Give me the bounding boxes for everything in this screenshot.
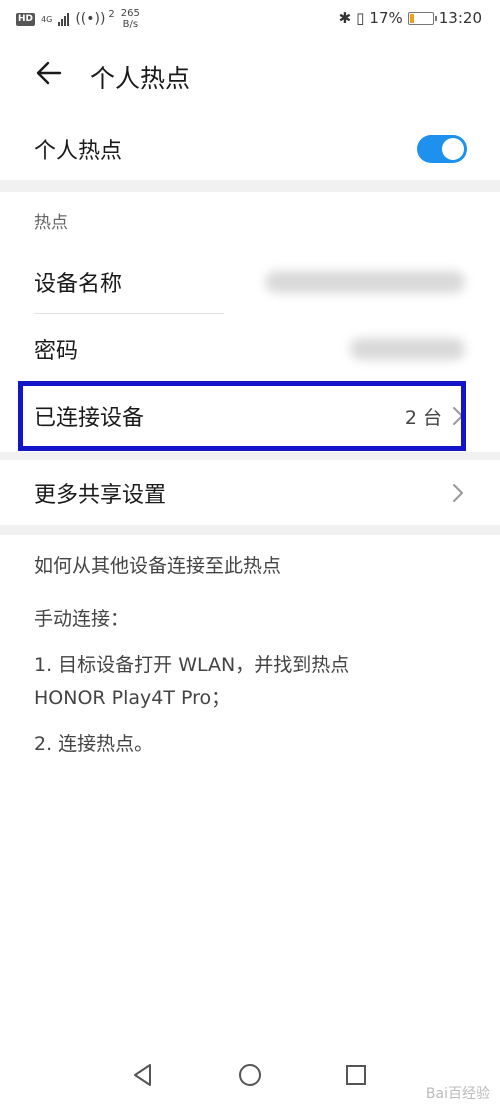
password-value-blurred (350, 338, 465, 360)
step-1-line-2: HONOR Play4T Pro； (34, 687, 231, 709)
speed-value: 265 (120, 8, 140, 19)
watermark: Bai百经验 (425, 1086, 490, 1102)
network-type: 4G (41, 14, 53, 24)
highlight-frame (18, 381, 466, 451)
page-title: 个人热点 (90, 64, 191, 93)
bluetooth-icon: ✱ (338, 9, 352, 27)
nav-home-icon[interactable] (233, 1058, 267, 1092)
status-bar: HD 4G ((•)) 2 265 B/s ✱ ▯ 17% 13:20 (0, 0, 500, 38)
password-label: 密码 (34, 339, 79, 364)
nav-back-icon[interactable] (126, 1058, 160, 1092)
battery-fill (409, 13, 414, 23)
step-1-line-1: 1. 目标设备打开 WLAN，并找到热点 (34, 654, 350, 676)
section-divider (0, 525, 500, 535)
device-name-row[interactable]: 设备名称 (0, 250, 500, 314)
hotspot-section-heading: 热点 (34, 213, 68, 233)
chevron-right-icon (453, 484, 463, 502)
vibrate-icon: ▯ (356, 9, 365, 27)
hotspot-status-icon: ((•)) (75, 11, 106, 27)
battery-percent: 17% (369, 9, 403, 27)
section-divider (0, 180, 500, 192)
toggle-knob (442, 138, 464, 160)
row-divider (34, 313, 224, 314)
password-row[interactable]: 密码 (0, 318, 500, 380)
status-right: ✱ ▯ 17% 13:20 (339, 9, 482, 27)
hd-badge: HD (16, 12, 36, 26)
battery-icon (407, 11, 437, 25)
hotspot-toggle-label: 个人热点 (34, 139, 123, 164)
clock: 13:20 (438, 9, 482, 27)
app-header: 个人热点 (0, 50, 500, 102)
network-speed: 265 B/s (121, 8, 140, 30)
back-arrow-icon[interactable] (34, 58, 64, 88)
section-divider (0, 452, 500, 460)
hotspot-connected-count: 2 (108, 8, 115, 20)
step-2: 2. 连接热点。 (34, 733, 154, 755)
hotspot-toggle-row[interactable]: 个人热点 (0, 120, 500, 178)
signal-icon (58, 12, 70, 26)
speed-unit: B/s (122, 19, 139, 30)
help-title: 如何从其他设备连接至此热点 (34, 555, 282, 577)
more-sharing-label: 更多共享设置 (34, 483, 167, 508)
device-name-label: 设备名称 (34, 272, 123, 297)
status-left: HD 4G ((•)) 2 265 B/s (16, 8, 140, 30)
nav-recents-icon[interactable] (339, 1058, 373, 1092)
manual-connect-heading: 手动连接： (34, 608, 130, 630)
device-name-value-blurred (265, 271, 465, 293)
hotspot-toggle-switch[interactable] (417, 135, 467, 163)
more-sharing-row[interactable]: 更多共享设置 (0, 462, 500, 524)
